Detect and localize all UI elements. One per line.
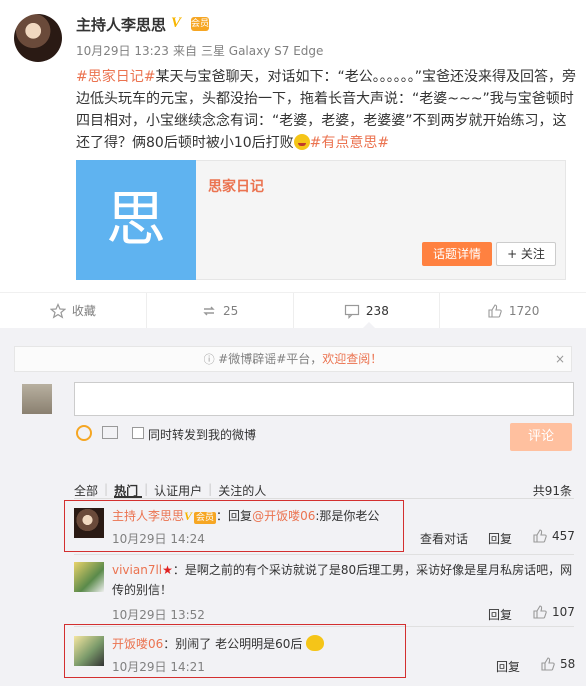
vip-badge-icon: 会员	[191, 17, 210, 31]
comment-count: 238	[365, 303, 389, 318]
reply-link[interactable]: 回复	[488, 606, 512, 623]
image-upload-icon[interactable]	[102, 426, 118, 439]
thumbs-up-icon	[541, 657, 555, 671]
commenter-name[interactable]: 主持人李思思	[112, 509, 184, 523]
forward-checkbox[interactable]	[132, 427, 144, 439]
notice-link[interactable]: 欢迎查阅！	[322, 352, 382, 366]
active-tab-underline	[114, 496, 142, 498]
like-count: 1720	[508, 303, 540, 318]
comment-panel-caret	[362, 322, 376, 329]
reply-link[interactable]: 回复	[496, 658, 520, 675]
comment-like-button[interactable]: 58	[540, 656, 575, 672]
commenter-avatar[interactable]	[74, 508, 104, 538]
author-avatar[interactable]	[14, 14, 62, 62]
current-user-avatar	[22, 384, 52, 414]
comment-like-count: 457	[552, 529, 575, 543]
topic-card-thumbnail[interactable]: 思	[76, 160, 196, 280]
tab-verified[interactable]: 认证用户	[154, 482, 202, 499]
topic-tag-link[interactable]: #思家日记#	[76, 69, 155, 85]
tab-separator: |	[104, 482, 109, 496]
thumbs-up-icon	[533, 529, 547, 543]
post-text: #思家日记#某天与宝爸聊天，对话如下：“老公。。。。。。”宝爸还没来得及回答，旁…	[76, 66, 576, 154]
comment-text: 主持人李思思V 会员 ：回复@开饭喽06:那是你老公	[112, 509, 380, 524]
comment-divider	[74, 554, 574, 555]
comment-filter-tabs: 全部 | 热门 | 认证用户 | 关注的人	[74, 482, 266, 499]
comment-time: 10月29日 14:21	[112, 660, 205, 674]
commenter-name[interactable]: vivian7ll	[112, 563, 162, 577]
cat-emoji-icon	[306, 635, 325, 651]
comment-text: 开饭喽06：别闹了 老公明明是60后	[112, 634, 412, 654]
commenter-name[interactable]: 开饭喽06	[112, 637, 163, 651]
favorite-button[interactable]: 收藏	[0, 293, 147, 328]
thumbs-up-icon	[533, 605, 547, 619]
rumor-notice: ⓘ #微博辟谣#平台，欢迎查阅！ ×	[14, 346, 572, 372]
comment-time: 10月29日 14:24	[112, 532, 205, 546]
comment-like-button[interactable]: 107	[532, 604, 575, 620]
comment-input[interactable]	[74, 382, 574, 416]
comment-text: vivian7ll★：是啊之前的有个采访就说了是80后理工男，采访好像是星月私房…	[112, 563, 573, 597]
repost-count: 25	[222, 303, 239, 318]
vip-badge-icon: 会员	[194, 512, 217, 524]
thumbs-up-icon	[488, 303, 502, 318]
comment-icon	[344, 304, 360, 319]
favorite-label: 收藏	[71, 304, 96, 318]
submit-comment-button[interactable]: 评论	[510, 423, 572, 451]
tab-following[interactable]: 关注的人	[218, 482, 266, 499]
star-outline-icon	[49, 302, 66, 319]
tab-separator: |	[208, 482, 213, 496]
filter-divider	[74, 498, 574, 499]
author-name[interactable]: 主持人李思思	[76, 14, 166, 35]
source-prefix: 来自	[172, 44, 197, 58]
comment-total: 共91条	[532, 484, 572, 498]
info-icon: ⓘ	[203, 353, 219, 366]
post-meta: 10月29日 13:23 来自 三星 Galaxy S7 Edge	[76, 42, 327, 59]
topic-tag-link[interactable]: #有点意思#	[310, 135, 389, 151]
red-star-icon: ★	[162, 563, 173, 577]
emoji-picker-icon[interactable]	[76, 425, 92, 441]
repost-icon	[203, 306, 215, 315]
verified-badge-icon: V	[184, 509, 193, 523]
comment-like-button[interactable]: 457	[532, 528, 575, 544]
tab-separator: |	[144, 482, 149, 496]
laughing-emoji-icon	[293, 134, 310, 150]
follow-button[interactable]: + 关注	[496, 242, 556, 266]
notice-text: #微博辟谣#平台，	[218, 352, 323, 366]
close-icon[interactable]: ×	[555, 347, 565, 371]
commenter-avatar[interactable]	[74, 636, 104, 666]
forward-checkbox-label[interactable]: 同时转发到我的微博	[148, 426, 256, 443]
topic-details-button[interactable]: 话题详情	[422, 242, 492, 266]
comment-like-count: 107	[552, 605, 575, 619]
repost-button[interactable]: 25	[147, 293, 294, 328]
mention-link[interactable]: @开饭喽06	[252, 509, 315, 523]
comment-time: 10月29日 13:52	[112, 608, 205, 622]
view-conversation-link[interactable]: 查看对话	[420, 530, 468, 547]
post-timestamp[interactable]: 10月29日 13:23	[76, 44, 169, 58]
reply-link[interactable]: 回复	[488, 530, 512, 547]
action-bar: 收藏 25 238 1720	[0, 292, 586, 328]
verified-badge-icon: V	[171, 15, 182, 31]
like-button[interactable]: 1720	[440, 293, 586, 328]
comment-like-count: 58	[560, 657, 576, 671]
tab-all[interactable]: 全部	[74, 482, 98, 499]
post-source[interactable]: 三星 Galaxy S7 Edge	[201, 44, 323, 58]
topic-card-title[interactable]: 思家日记	[208, 176, 264, 196]
commenter-avatar[interactable]	[74, 562, 104, 592]
